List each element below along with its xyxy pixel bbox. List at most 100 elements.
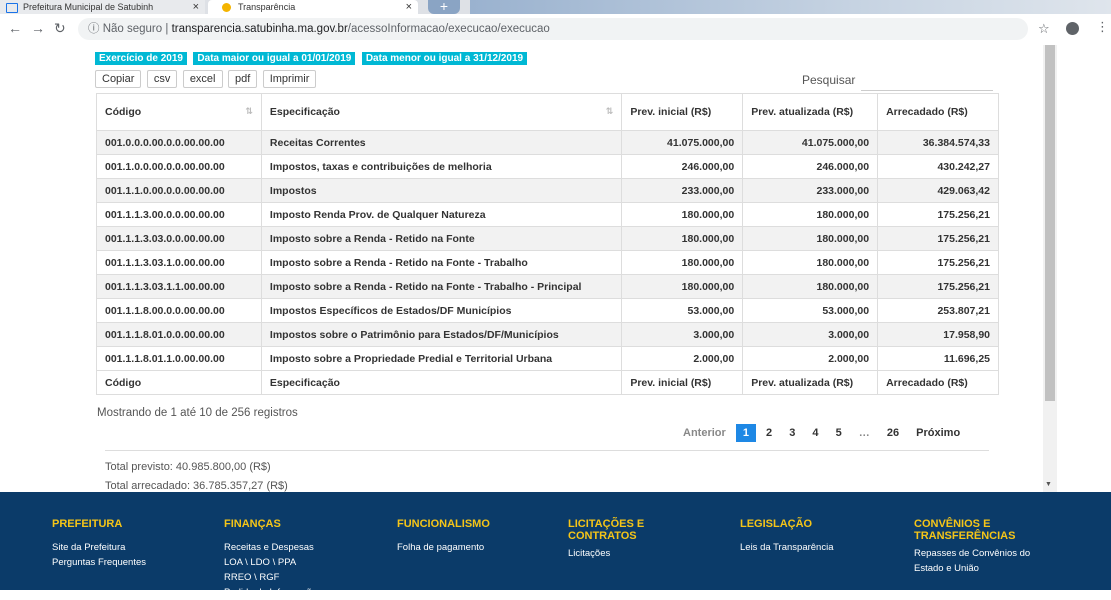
tab-title: Transparência [238, 2, 296, 12]
menu-kebab-icon[interactable]: ⋮ [1096, 19, 1109, 35]
footer-link[interactable]: Leis da Transparência [740, 540, 890, 555]
footer-heading: CONVÊNIOS E TRANSFERÊNCIAS [914, 518, 1016, 542]
column-header-especificacao[interactable]: Especificação ⇅ [260, 93, 623, 131]
cell-especificacao: Imposto sobre a Renda - Retido na Fonte … [260, 250, 623, 275]
table-row: 001.1.1.3.00.0.0.00.00.00 Imposto Renda P… [96, 202, 999, 227]
footer-column-convenios: CONVÊNIOS E TRANSFERÊNCIAS Repasses de C… [914, 518, 1054, 576]
cell-codigo: 001.1.1.0.00.0.0.00.00.00 [96, 178, 262, 203]
table-row: 001.1.1.3.03.1.1.00.00.00 Imposto sobre a… [96, 274, 999, 299]
column-header-codigo[interactable]: Código ⇅ [96, 93, 262, 131]
tab-prefeitura[interactable]: Prefeitura Municipal de Satubinh × [0, 0, 205, 14]
pagination-page[interactable]: 4 [805, 424, 825, 442]
pagination: Anterior 1 2 3 4 5 … 26 Próximo [676, 424, 967, 442]
table-row: 001.1.1.8.01.0.0.00.00.00 Impostos sobre … [96, 322, 999, 347]
cell-arrecadado: 11.696,25 [877, 346, 999, 371]
footer-link[interactable]: Licitações [568, 546, 678, 561]
filter-chip-data-inicio: Data maior ou igual a 01/01/2019 [193, 52, 356, 65]
cell-arrecadado: 17.958,90 [877, 322, 999, 347]
cell-prev-atualizada: 180.000,00 [742, 274, 879, 299]
close-tab-icon[interactable]: × [406, 0, 412, 14]
cell-especificacao: Impostos, taxas e contribuições de melho… [260, 154, 623, 179]
bookmark-star-icon[interactable]: ☆ [1038, 21, 1050, 37]
pagination-page[interactable]: 3 [782, 424, 802, 442]
site-footer: PREFEITURA Site da Prefeitura Perguntas … [0, 492, 1111, 598]
pagination-page[interactable]: 5 [829, 424, 849, 442]
cell-prev-atualizada: 233.000,00 [742, 178, 879, 203]
cell-prev-atualizada: 41.075.000,00 [742, 130, 879, 155]
close-tab-icon[interactable]: × [193, 0, 199, 14]
footer-link[interactable]: LOA \ LDO \ PPA [224, 555, 374, 570]
reload-icon[interactable]: ↻ [54, 20, 66, 37]
cell-prev-atualizada: 2.000,00 [742, 346, 879, 371]
cell-prev-inicial: 53.000,00 [621, 298, 744, 323]
cell-especificacao: Receitas Correntes [260, 130, 623, 155]
cell-arrecadado: 175.256,21 [877, 274, 999, 299]
pagination-page[interactable]: 1 [735, 424, 756, 442]
column-header-prev-atualizada[interactable]: Prev. atualizada (R$) [742, 93, 879, 131]
cell-prev-atualizada: 180.000,00 [742, 202, 879, 227]
table-row: 001.1.1.8.01.1.0.00.00.00 Imposto sobre a… [96, 346, 999, 371]
account-icon[interactable] [1066, 22, 1079, 35]
browser-tabstrip: Prefeitura Municipal de Satubinh × Trans… [0, 0, 1111, 14]
pagination-next[interactable]: Próximo [909, 424, 967, 442]
column-header-arrecadado[interactable]: Arrecadado (R$) [877, 93, 999, 131]
footer-link[interactable]: Folha de pagamento [397, 540, 547, 555]
pagination-page[interactable]: 26 [880, 424, 906, 442]
url-input[interactable]: ⓘ Não seguro | transparencia.satubinha.m… [78, 18, 1028, 40]
footer-link[interactable]: Site da Prefeitura [52, 540, 202, 555]
cell-codigo: 001.1.1.8.01.1.0.00.00.00 [96, 346, 262, 371]
cell-codigo: 001.1.1.3.03.1.0.00.00.00 [96, 250, 262, 275]
footer-link[interactable]: Repasses de Convênios do Estado e União [914, 546, 1054, 576]
table-footer-row: Código Especificação Prev. inicial (R$) … [96, 370, 999, 395]
cell-especificacao: Imposto sobre a Renda - Retido na Fonte [260, 226, 623, 251]
column-header-prev-inicial[interactable]: Prev. inicial (R$) [621, 93, 744, 131]
data-panel: Exercício de 2019 Data maior ou igual a … [85, 45, 1029, 492]
cell-prev-atualizada: 3.000,00 [742, 322, 879, 347]
table-row: 001.1.1.8.00.0.0.00.00.00 Impostos Especí… [96, 298, 999, 323]
page-content: Exercício de 2019 Data maior ou igual a … [0, 45, 1111, 492]
records-info: Mostrando de 1 até 10 de 256 registros [97, 407, 298, 419]
footer-column-financas: FINANÇAS Receitas e Despesas LOA \ LDO \… [224, 518, 374, 600]
forward-arrow-icon[interactable]: → [31, 20, 45, 36]
pagination-prev[interactable]: Anterior [676, 424, 733, 442]
table-header-row: Código ⇅ Especificação ⇅ Prev. inicial (R$… [96, 93, 999, 131]
sort-icon[interactable]: ⇅ [245, 106, 253, 117]
search-input[interactable] [861, 69, 993, 91]
footer-heading: LICITAÇÕES E CONTRATOS [568, 518, 645, 542]
footer-link[interactable]: RREO \ RGF [224, 570, 374, 585]
pagination-ellipsis: … [858, 427, 870, 439]
csv-button[interactable]: csv [146, 70, 178, 88]
scrollbar-thumb[interactable] [1045, 45, 1055, 401]
divider [105, 450, 989, 451]
pdf-button[interactable]: pdf [227, 70, 258, 88]
table-row: 001.1.1.3.03.0.0.00.00.00 Imposto sobre a… [96, 226, 999, 251]
cell-especificacao: Imposto sobre a Propriedade Predial e Te… [260, 346, 623, 371]
sort-icon[interactable]: ⇅ [606, 106, 614, 117]
url-security-label[interactable]: ⓘ Não seguro [88, 23, 162, 35]
new-tab-button[interactable]: + [428, 0, 460, 14]
footer-link[interactable]: Receitas e Despesas [224, 540, 374, 555]
cell-arrecadado: 253.807,21 [877, 298, 999, 323]
tab-transparencia[interactable]: Transparência × [208, 0, 418, 14]
pagination-page[interactable]: 2 [759, 424, 779, 442]
table-row: 001.1.0.0.00.0.0.00.00.00 Impostos, taxas… [96, 154, 999, 179]
url-separator: | [165, 23, 169, 35]
url-host: transparencia.satubinha.ma.gov.br [171, 23, 348, 35]
cell-codigo: 001.1.1.3.03.0.0.00.00.00 [96, 226, 262, 251]
back-arrow-icon[interactable]: ← [8, 20, 22, 36]
cell-codigo: 001.1.1.3.00.0.0.00.00.00 [96, 202, 262, 227]
cell-prev-inicial: 246.000,00 [621, 154, 744, 179]
cell-arrecadado: 429.063,42 [877, 178, 999, 203]
cell-prev-atualizada: 246.000,00 [742, 154, 879, 179]
footer-link[interactable]: Pedido de Informações [224, 585, 374, 600]
print-button[interactable]: Imprimir [262, 70, 317, 88]
cell-prev-inicial: 3.000,00 [621, 322, 744, 347]
copy-button[interactable]: Copiar [95, 70, 142, 88]
scroll-down-arrow-icon[interactable]: ▼ [1045, 481, 1052, 488]
cell-codigo: 001.1.0.0.00.0.0.00.00.00 [96, 154, 262, 179]
cell-arrecadado: 175.256,21 [877, 202, 999, 227]
excel-button[interactable]: excel [182, 70, 223, 88]
url-path: /acessoInformacao/execucao/execucao [347, 23, 550, 35]
footer-column-prefeitura: PREFEITURA Site da Prefeitura Perguntas … [52, 518, 202, 570]
footer-link[interactable]: Perguntas Frequentes [52, 555, 202, 570]
